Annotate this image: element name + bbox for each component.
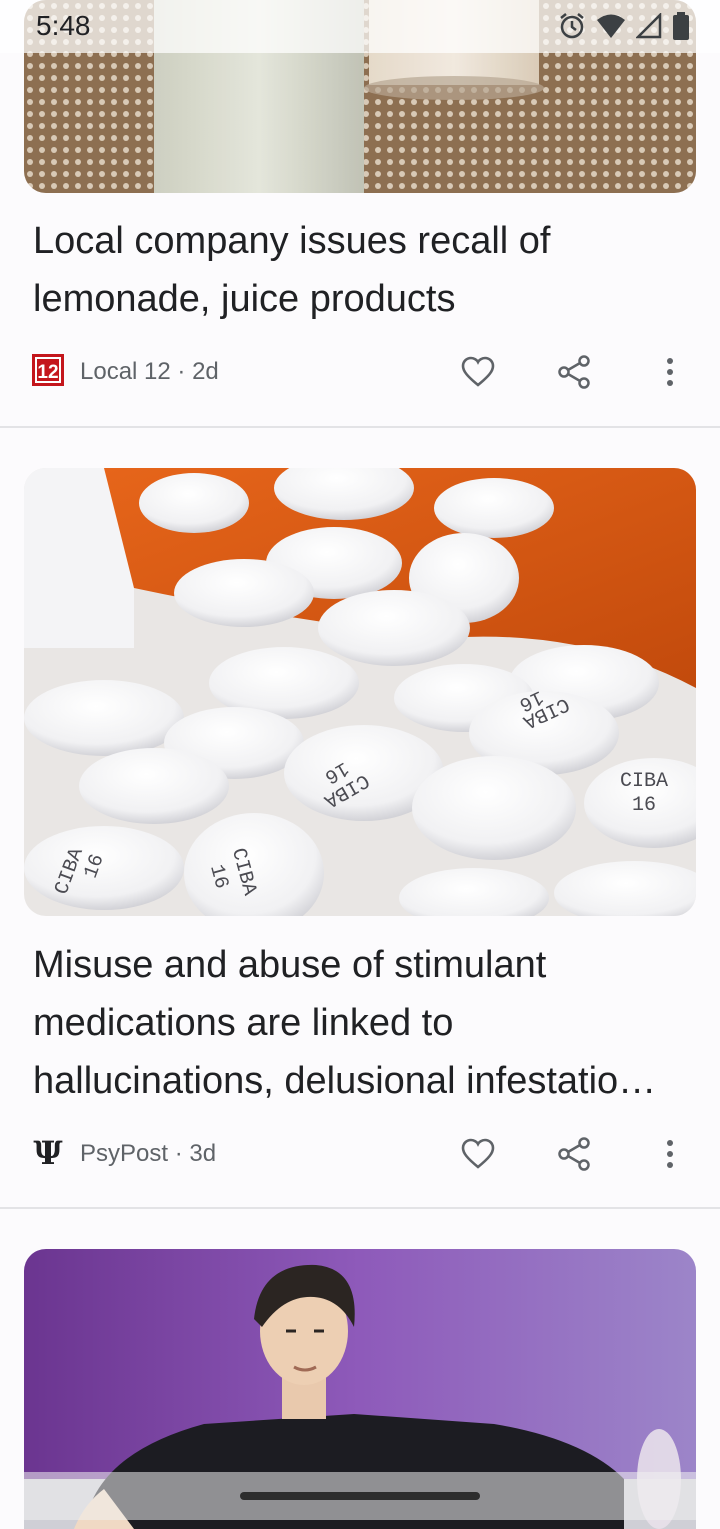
status-time: 5:48 bbox=[36, 10, 91, 41]
more-options-button[interactable] bbox=[646, 352, 694, 392]
pill-imprint: CIBA bbox=[620, 770, 668, 793]
more-options-button[interactable] bbox=[646, 1134, 694, 1174]
article-card[interactable]: CIBA 16 CIBA 16 CIBA 16 CIBA 16 CIBA 16 … bbox=[0, 428, 720, 1208]
gesture-nav-bar bbox=[24, 1472, 696, 1520]
article-meta: Ψ PsyPost · 3d bbox=[32, 1134, 692, 1174]
status-icons bbox=[558, 12, 690, 40]
heart-icon bbox=[461, 356, 495, 387]
article-title[interactable]: Misuse and abuse of stimulant medication… bbox=[33, 936, 693, 1110]
pills-image: CIBA 16 CIBA 16 CIBA 16 CIBA 16 CIBA 16 bbox=[24, 468, 696, 916]
pill-imprint: 16 bbox=[632, 794, 656, 817]
more-vert-icon bbox=[667, 1140, 673, 1168]
like-button[interactable] bbox=[454, 352, 502, 392]
share-button[interactable] bbox=[550, 352, 598, 392]
like-button[interactable] bbox=[454, 1134, 502, 1174]
article-source: PsyPost · 3d bbox=[80, 1140, 217, 1167]
article-image[interactable]: CIBA 16 CIBA 16 CIBA 16 CIBA 16 CIBA 16 bbox=[24, 468, 696, 916]
alarm-icon bbox=[560, 13, 584, 39]
share-icon bbox=[558, 355, 590, 389]
signal-icon bbox=[636, 13, 662, 39]
home-handle[interactable] bbox=[240, 1492, 480, 1500]
article-title[interactable]: Local company issues recall of lemonade,… bbox=[33, 212, 693, 328]
article-card[interactable]: Local company issues recall of lemonade,… bbox=[0, 0, 720, 428]
article-source: Local 12 · 2d bbox=[80, 358, 219, 385]
svg-text:12: 12 bbox=[37, 362, 58, 383]
local12-logo-icon: 12 bbox=[32, 354, 64, 386]
svg-text:Ψ: Ψ bbox=[33, 1136, 63, 1168]
psypost-logo-icon: Ψ bbox=[33, 1136, 63, 1168]
wifi-icon bbox=[597, 14, 625, 38]
heart-icon bbox=[461, 1138, 495, 1169]
share-button[interactable] bbox=[550, 1134, 598, 1174]
share-icon bbox=[558, 1137, 590, 1171]
status-bar: 5:48 bbox=[0, 0, 720, 53]
battery-icon bbox=[673, 12, 689, 40]
more-vert-icon bbox=[667, 358, 673, 386]
article-meta: 12 Local 12 · 2d bbox=[32, 352, 692, 392]
